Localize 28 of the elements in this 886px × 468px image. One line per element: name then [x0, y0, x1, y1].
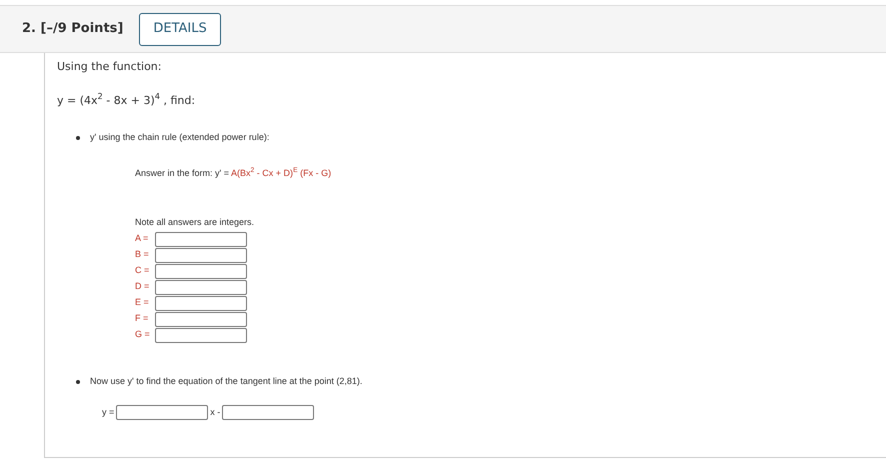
field-label: A =: [135, 232, 150, 246]
function-text: y = (4x$^{2}$ - 8x + 3)$^{4}$ , find:: [57, 92, 196, 108]
note-text: Note all answers are integers.: [135, 216, 256, 229]
answer-field[interactable]: [155, 328, 247, 342]
field-label: C =: [135, 264, 150, 278]
bullet-icon: [76, 136, 80, 140]
prompt-text: y' using the chain rule (extended power rule):: [90, 131, 270, 144]
answer-field[interactable]: [116, 405, 208, 420]
answer-field[interactable]: [155, 264, 247, 278]
answer-field[interactable]: [222, 405, 314, 420]
field-label: D =: [135, 280, 150, 294]
answer-field[interactable]: [155, 232, 247, 246]
prompt-text: Now use y' to find the equation of the tangent line at the point (2,81).: [90, 374, 362, 388]
details-button[interactable]: DETAILS: [139, 12, 221, 46]
field-label: E =: [135, 296, 150, 310]
question-points: 2. [–/9 Points]: [22, 20, 124, 38]
answer-field[interactable]: [155, 312, 247, 326]
bullet-icon: [76, 380, 80, 384]
answer-field[interactable]: [155, 296, 247, 310]
answer-field[interactable]: [155, 280, 247, 294]
field-label: B =: [135, 248, 150, 262]
intro-text: Using the function:: [57, 59, 162, 75]
field-label: y =: [102, 406, 114, 419]
field-label: x -: [210, 406, 220, 419]
answer-form-text: Answer in the form: y' = A(Bx$^{2}$ - Cx + D)$^{E}$ (Fx - G): [135, 166, 332, 180]
answer-field[interactable]: [155, 248, 247, 262]
field-label: G =: [135, 328, 151, 342]
field-label: F =: [135, 312, 150, 326]
